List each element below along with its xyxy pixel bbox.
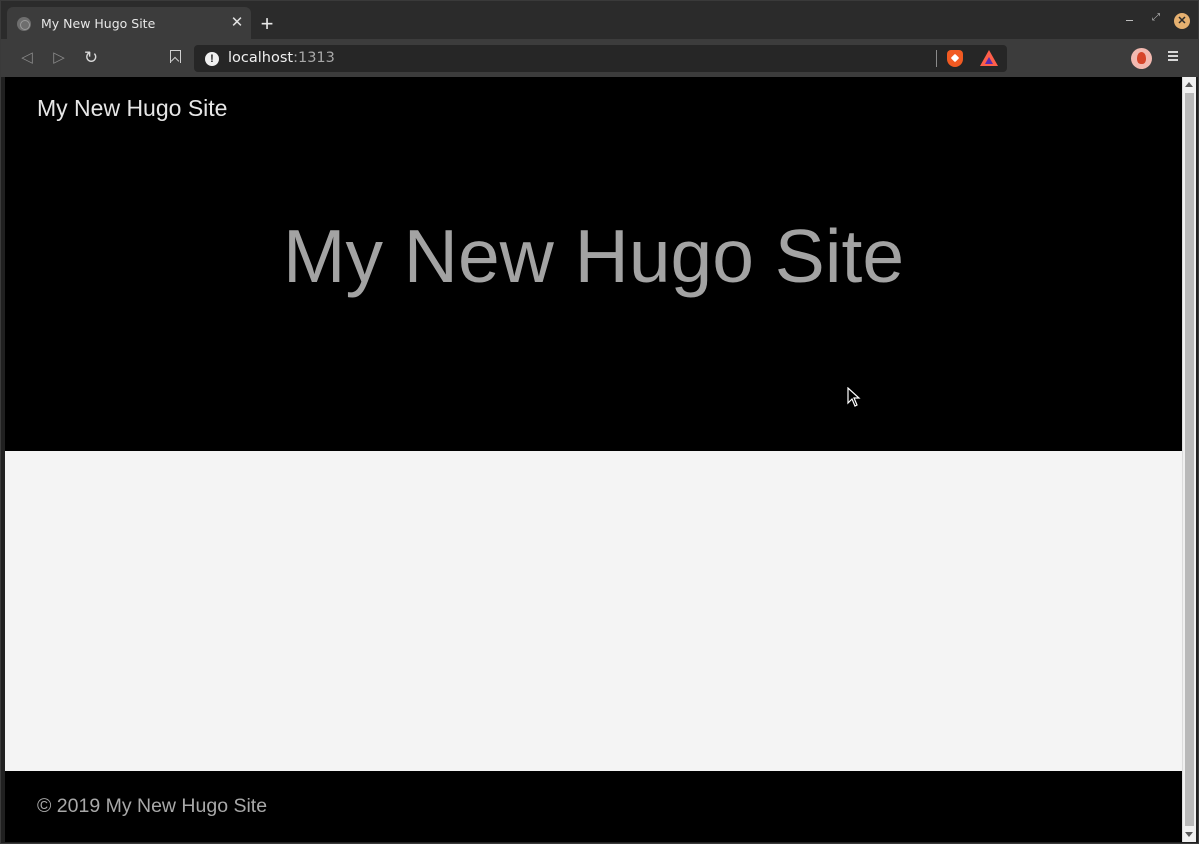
maximize-icon[interactable]: ⤢ [1149, 11, 1163, 25]
tab-close-icon[interactable]: ✕ [229, 15, 245, 31]
vertical-scrollbar[interactable] [1182, 77, 1196, 842]
page-viewport: My New Hugo Site My New Hugo Site © 2019… [5, 77, 1182, 842]
footer-copyright: © 2019 My New Hugo Site [37, 795, 268, 817]
reload-icon[interactable]: ↻ [80, 47, 102, 69]
avatar-icon[interactable] [1131, 48, 1152, 69]
back-icon[interactable]: ◁ [16, 47, 38, 69]
scroll-thumb[interactable] [1185, 93, 1194, 826]
page-footer: © 2019 My New Hugo Site [5, 771, 1182, 842]
site-info-icon[interactable]: ! [205, 52, 219, 66]
browser-toolbar: ◁ ▷ ↻ ! localhost:1313 [1, 39, 1198, 77]
tab-strip: My New Hugo Site ✕ + ⤢ ✕ [1, 1, 1198, 40]
tab-title: My New Hugo Site [41, 16, 156, 31]
mouse-cursor-icon [847, 387, 861, 407]
bookmark-icon[interactable] [166, 48, 184, 68]
brave-shields-icon[interactable] [946, 49, 964, 68]
globe-icon [17, 17, 31, 31]
url-host: localhost [228, 50, 294, 66]
hamburger-menu-icon[interactable] [1166, 49, 1180, 63]
url-port: :1313 [293, 50, 335, 66]
url-text: localhost:1313 [228, 50, 335, 66]
browser-window: My New Hugo Site ✕ + ⤢ ✕ ◁ ▷ ↻ ! localho… [0, 0, 1199, 844]
address-bar-divider [936, 50, 937, 67]
site-title-link[interactable]: My New Hugo Site [37, 95, 227, 122]
forward-icon[interactable]: ▷ [48, 47, 70, 69]
hero-section: My New Hugo Site My New Hugo Site [5, 77, 1182, 451]
new-tab-button[interactable]: + [255, 13, 279, 37]
minimize-icon[interactable] [1123, 11, 1137, 25]
window-close-icon[interactable]: ✕ [1174, 13, 1190, 29]
scroll-up-arrow-icon[interactable] [1185, 82, 1193, 87]
brave-rewards-icon[interactable] [979, 49, 999, 68]
main-content [5, 451, 1182, 771]
hero-title: My New Hugo Site [282, 214, 905, 298]
tab-active[interactable]: My New Hugo Site ✕ [7, 7, 251, 40]
address-bar[interactable]: ! localhost:1313 [194, 45, 1007, 72]
scroll-down-arrow-icon[interactable] [1185, 832, 1193, 837]
